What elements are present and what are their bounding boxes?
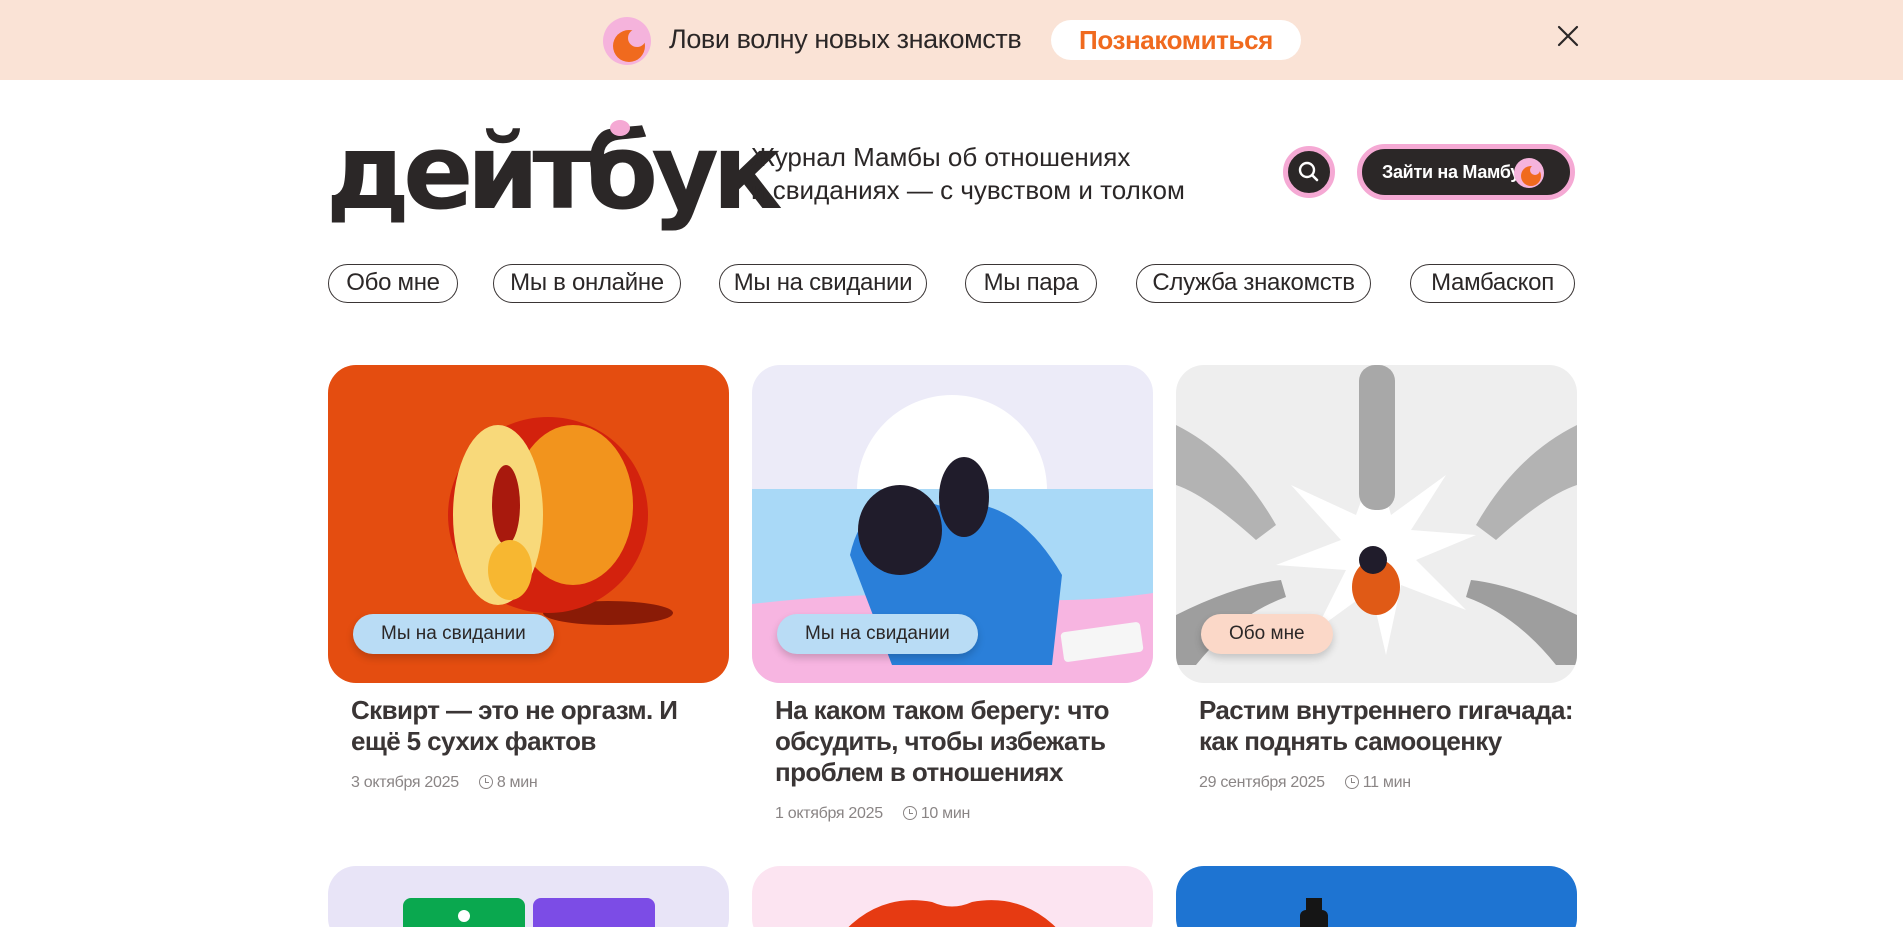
article-tag[interactable]: Мы на свидании	[777, 614, 978, 654]
app-icons-illustration	[403, 898, 655, 927]
article-read-time: 11 мин	[1362, 774, 1411, 791]
article-meta: 1 октября 2025 10 мин	[775, 804, 970, 823]
category-on-date[interactable]: Мы на свидании	[719, 264, 927, 303]
article-title[interactable]: На каком таком берегу: что обсудить, что…	[775, 695, 1155, 788]
clock-icon	[478, 775, 493, 789]
tagline-line-2: и свиданиях — с чувством и толком	[751, 175, 1185, 205]
article-date: 29 сентября 2025	[1199, 774, 1325, 791]
category-couple[interactable]: Мы пара	[965, 264, 1097, 303]
article-tag[interactable]: Мы на свидании	[353, 614, 554, 654]
article-title[interactable]: Растим внутреннего гигачада: как поднять…	[1199, 695, 1579, 757]
category-about-me[interactable]: Обо мне	[328, 264, 458, 303]
category-online[interactable]: Мы в онлайне	[493, 264, 681, 303]
article-card-preview[interactable]	[328, 866, 729, 927]
promo-text: Лови волну новых знакомств	[669, 24, 1022, 54]
article-title[interactable]: Сквирт — это не оргазм. И ещё 5 сухих фа…	[351, 695, 731, 757]
article-read-time: 8 мин	[496, 774, 538, 791]
article-read-time: 10 мин	[920, 805, 971, 822]
article-tag[interactable]: Обо мне	[1201, 614, 1333, 654]
article-date: 3 октября 2025	[351, 774, 459, 791]
category-dating-service[interactable]: Служба знакомств	[1136, 264, 1371, 303]
lips-illustration	[848, 900, 1056, 927]
figure-illustration	[1300, 898, 1328, 927]
promo-banner: Лови волну новых знакомств Познакомиться	[0, 0, 1903, 80]
search-icon	[1298, 161, 1319, 182]
close-icon[interactable]	[1555, 23, 1581, 49]
logo-text: дейтбук	[326, 111, 783, 233]
category-mambascope[interactable]: Мамбаскоп	[1410, 264, 1575, 303]
clock-icon	[902, 806, 917, 820]
article-card-preview[interactable]	[752, 866, 1153, 927]
login-label: Зайти на Мамбу	[1382, 162, 1521, 182]
promo-cta-button[interactable]: Познакомиться	[1051, 20, 1301, 60]
article-meta: 29 сентября 2025 11 мин	[1199, 773, 1411, 792]
article-meta: 3 октября 2025 8 мин	[351, 773, 538, 792]
clock-icon	[1344, 775, 1359, 789]
login-button[interactable]: Зайти на Мамбу	[1357, 144, 1575, 200]
mamba-avatar-icon	[1514, 158, 1544, 188]
site-tagline: Журнал Мамбы об отношениях и свиданиях —…	[751, 141, 1185, 207]
search-button[interactable]	[1283, 146, 1335, 198]
logo-decoration-icon	[610, 120, 630, 136]
tagline-line-1: Журнал Мамбы об отношениях	[751, 142, 1131, 172]
mamba-logo-icon	[603, 17, 651, 65]
article-card-preview[interactable]	[1176, 866, 1577, 927]
article-date: 1 октября 2025	[775, 805, 883, 822]
site-logo[interactable]: дейтбук	[326, 110, 783, 228]
